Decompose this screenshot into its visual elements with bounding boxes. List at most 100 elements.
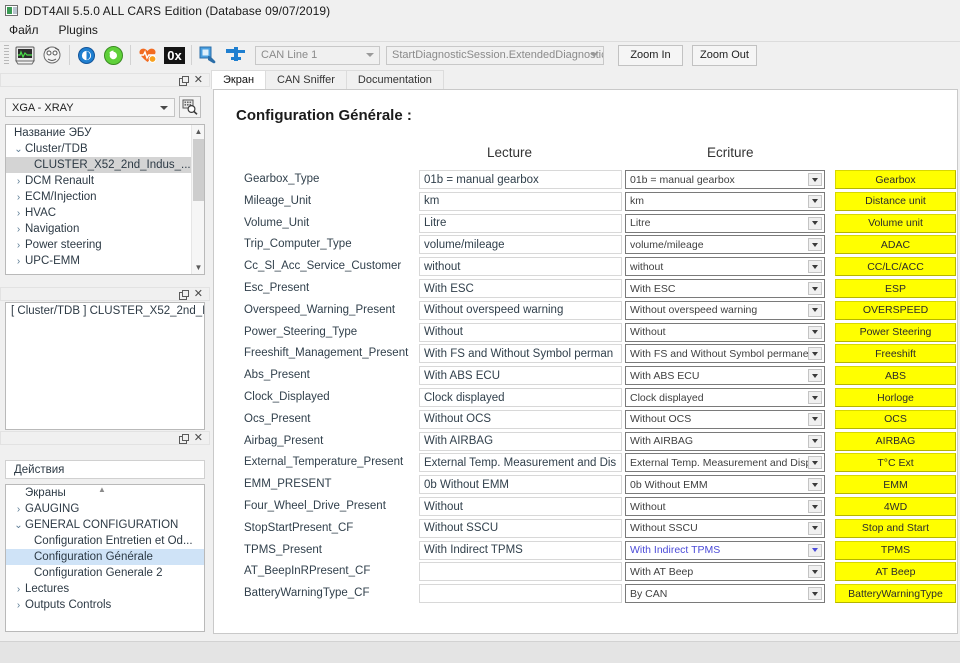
read-value-field[interactable]: With ESC	[419, 279, 622, 298]
chevron-down-icon[interactable]: ⌄	[12, 520, 25, 531]
apply-config-button[interactable]: T°C Ext	[835, 453, 956, 473]
read-value-field[interactable]: Without	[419, 497, 622, 516]
chevron-down-icon[interactable]	[808, 478, 822, 492]
apply-config-button[interactable]: ABS	[835, 366, 956, 386]
vehicle-profile-select[interactable]: XGA - XRAY	[5, 98, 175, 117]
menu-item-file[interactable]: Файл	[6, 22, 42, 38]
globe-blue-icon[interactable]	[73, 44, 100, 67]
read-value-field[interactable]: With Indirect TPMS	[419, 540, 622, 560]
apply-config-button[interactable]: CC/LC/ACC	[835, 257, 956, 277]
chevron-down-icon[interactable]	[808, 434, 822, 448]
read-value-field[interactable]: 01b = manual gearbox	[419, 170, 622, 189]
ecu-tree-item[interactable]: CLUSTER_X52_2nd_Indus_...	[6, 157, 204, 173]
tab-ekran[interactable]: Экран	[211, 70, 267, 89]
menu-item-plugins[interactable]: Plugins	[56, 22, 101, 38]
read-value-field[interactable]: Without OCS	[419, 409, 622, 429]
chevron-right-icon[interactable]: ›	[12, 192, 25, 203]
apply-config-button[interactable]: Power Steering	[835, 322, 956, 342]
apply-config-button[interactable]: ADAC	[835, 235, 956, 255]
list-item[interactable]: [ Cluster/TDB ] CLUSTER_X52_2nd_Indus_	[6, 303, 204, 319]
chevron-down-icon[interactable]	[808, 347, 822, 361]
write-value-select[interactable]: With Indirect TPMS	[625, 540, 825, 560]
valve-icon[interactable]	[222, 44, 249, 67]
apply-config-button[interactable]: 4WD	[835, 497, 956, 516]
read-value-field[interactable]: With ABS ECU	[419, 366, 622, 386]
zoom-in-button[interactable]: Zoom In	[618, 44, 683, 66]
apply-config-button[interactable]: Freeshift	[835, 344, 956, 364]
chevron-right-icon[interactable]: ›	[12, 584, 25, 595]
apply-config-button[interactable]: OCS	[835, 409, 956, 429]
actions-tree[interactable]: Экраны › GAUGING ⌄ GENERAL CONFIGURATION Conf…	[5, 484, 205, 632]
selected-ecu-list[interactable]: [ Cluster/TDB ] CLUSTER_X52_2nd_Indus_	[5, 302, 205, 430]
close-panel-icon[interactable]: ✕	[194, 289, 203, 300]
chevron-right-icon[interactable]: ›	[12, 256, 25, 267]
chevron-down-icon[interactable]	[808, 543, 822, 557]
ecu-tree-item[interactable]: › Power steering	[6, 237, 204, 253]
tab-can-sniffer[interactable]: CAN Sniffer	[265, 70, 347, 89]
ecu-tree-item[interactable]: › HVAC	[6, 205, 204, 221]
chevron-down-icon[interactable]	[808, 412, 822, 426]
close-panel-icon[interactable]: ✕	[194, 75, 203, 86]
diagnostic-session-select[interactable]: StartDiagnosticSession.ExtendedDiagnosti…	[386, 45, 604, 65]
chevron-down-icon[interactable]	[808, 565, 822, 579]
float-panel-icon[interactable]	[178, 434, 189, 444]
read-value-field[interactable]	[419, 584, 622, 604]
chevron-down-icon[interactable]	[808, 369, 822, 383]
chevron-down-icon[interactable]	[808, 587, 822, 601]
actions-tree-item[interactable]: › Lectures	[6, 581, 204, 597]
chevron-down-icon[interactable]	[808, 194, 822, 208]
read-value-field[interactable]: Clock displayed	[419, 388, 622, 407]
zoom-out-button[interactable]: Zoom Out	[692, 44, 757, 66]
write-value-select[interactable]: With AT Beep	[625, 562, 825, 582]
actions-tree-item[interactable]: Configuration Générale	[6, 549, 204, 565]
apply-config-button[interactable]: Distance unit	[835, 191, 956, 211]
chevron-right-icon[interactable]: ›	[12, 240, 25, 251]
actions-tree-item[interactable]: Configuration Entretien et Od...	[6, 533, 204, 549]
ecu-tree-item[interactable]: › Navigation	[6, 221, 204, 237]
toolbar-grip[interactable]	[4, 45, 9, 65]
float-panel-icon[interactable]	[178, 290, 189, 300]
chevron-down-icon[interactable]: ⌄	[12, 144, 25, 155]
write-value-select[interactable]: km	[625, 191, 825, 211]
write-value-select[interactable]: Without	[625, 322, 825, 342]
actions-tree-item[interactable]: › GAUGING	[6, 501, 204, 517]
write-value-select[interactable]: With ESC	[625, 279, 825, 298]
apply-config-button[interactable]: BatteryWarningType	[835, 584, 956, 604]
ecu-tree-item[interactable]: › DCM Renault	[6, 173, 204, 189]
write-value-select[interactable]: Litre	[625, 213, 825, 233]
read-value-field[interactable]: without	[419, 257, 622, 277]
write-value-select[interactable]: Without	[625, 497, 825, 516]
chevron-down-icon[interactable]	[808, 238, 822, 252]
chevron-right-icon[interactable]: ›	[12, 224, 25, 235]
read-value-field[interactable]: Litre	[419, 213, 622, 233]
chevron-down-icon[interactable]	[808, 500, 822, 513]
actions-tree-item[interactable]: Configuration Generale 2	[6, 565, 204, 581]
read-value-field[interactable]	[419, 562, 622, 582]
apply-config-button[interactable]: OVERSPEED	[835, 300, 956, 320]
can-line-select[interactable]: CAN Line 1	[255, 45, 380, 65]
hex-0x-icon[interactable]: 0x	[161, 44, 188, 67]
chevron-down-icon[interactable]	[808, 456, 822, 470]
read-value-field[interactable]: External Temp. Measurement and Dis	[419, 453, 622, 473]
scroll-up-icon[interactable]: ▲	[192, 125, 204, 138]
write-value-select[interactable]: By CAN	[625, 584, 825, 604]
read-value-field[interactable]: With AIRBAG	[419, 431, 622, 451]
read-value-field[interactable]: km	[419, 191, 622, 211]
search-ecu-icon[interactable]	[179, 96, 201, 118]
write-value-select[interactable]: With ABS ECU	[625, 366, 825, 386]
read-value-field[interactable]: Without overspeed warning	[419, 300, 622, 320]
tab-documentation[interactable]: Documentation	[345, 70, 444, 89]
ecu-tree-scrollbar[interactable]: ▲ ▼	[191, 125, 204, 274]
write-value-select[interactable]: Without overspeed warning	[625, 300, 825, 320]
chevron-down-icon[interactable]	[808, 303, 822, 317]
read-value-field[interactable]: volume/mileage	[419, 235, 622, 255]
ecu-tree[interactable]: Название ЭБУ ⌄ Cluster/TDB CLUSTER_X52_2nd…	[5, 124, 205, 275]
chevron-down-icon[interactable]	[808, 325, 822, 339]
chevron-down-icon[interactable]	[808, 216, 822, 230]
chevron-right-icon[interactable]: ›	[12, 504, 25, 515]
chevron-down-icon[interactable]	[808, 391, 822, 404]
chevron-right-icon[interactable]: ›	[12, 176, 25, 187]
apply-config-button[interactable]: Gearbox	[835, 170, 956, 189]
ecu-tree-item[interactable]: › UPC-EMM	[6, 253, 204, 269]
apply-config-button[interactable]: AIRBAG	[835, 431, 956, 451]
